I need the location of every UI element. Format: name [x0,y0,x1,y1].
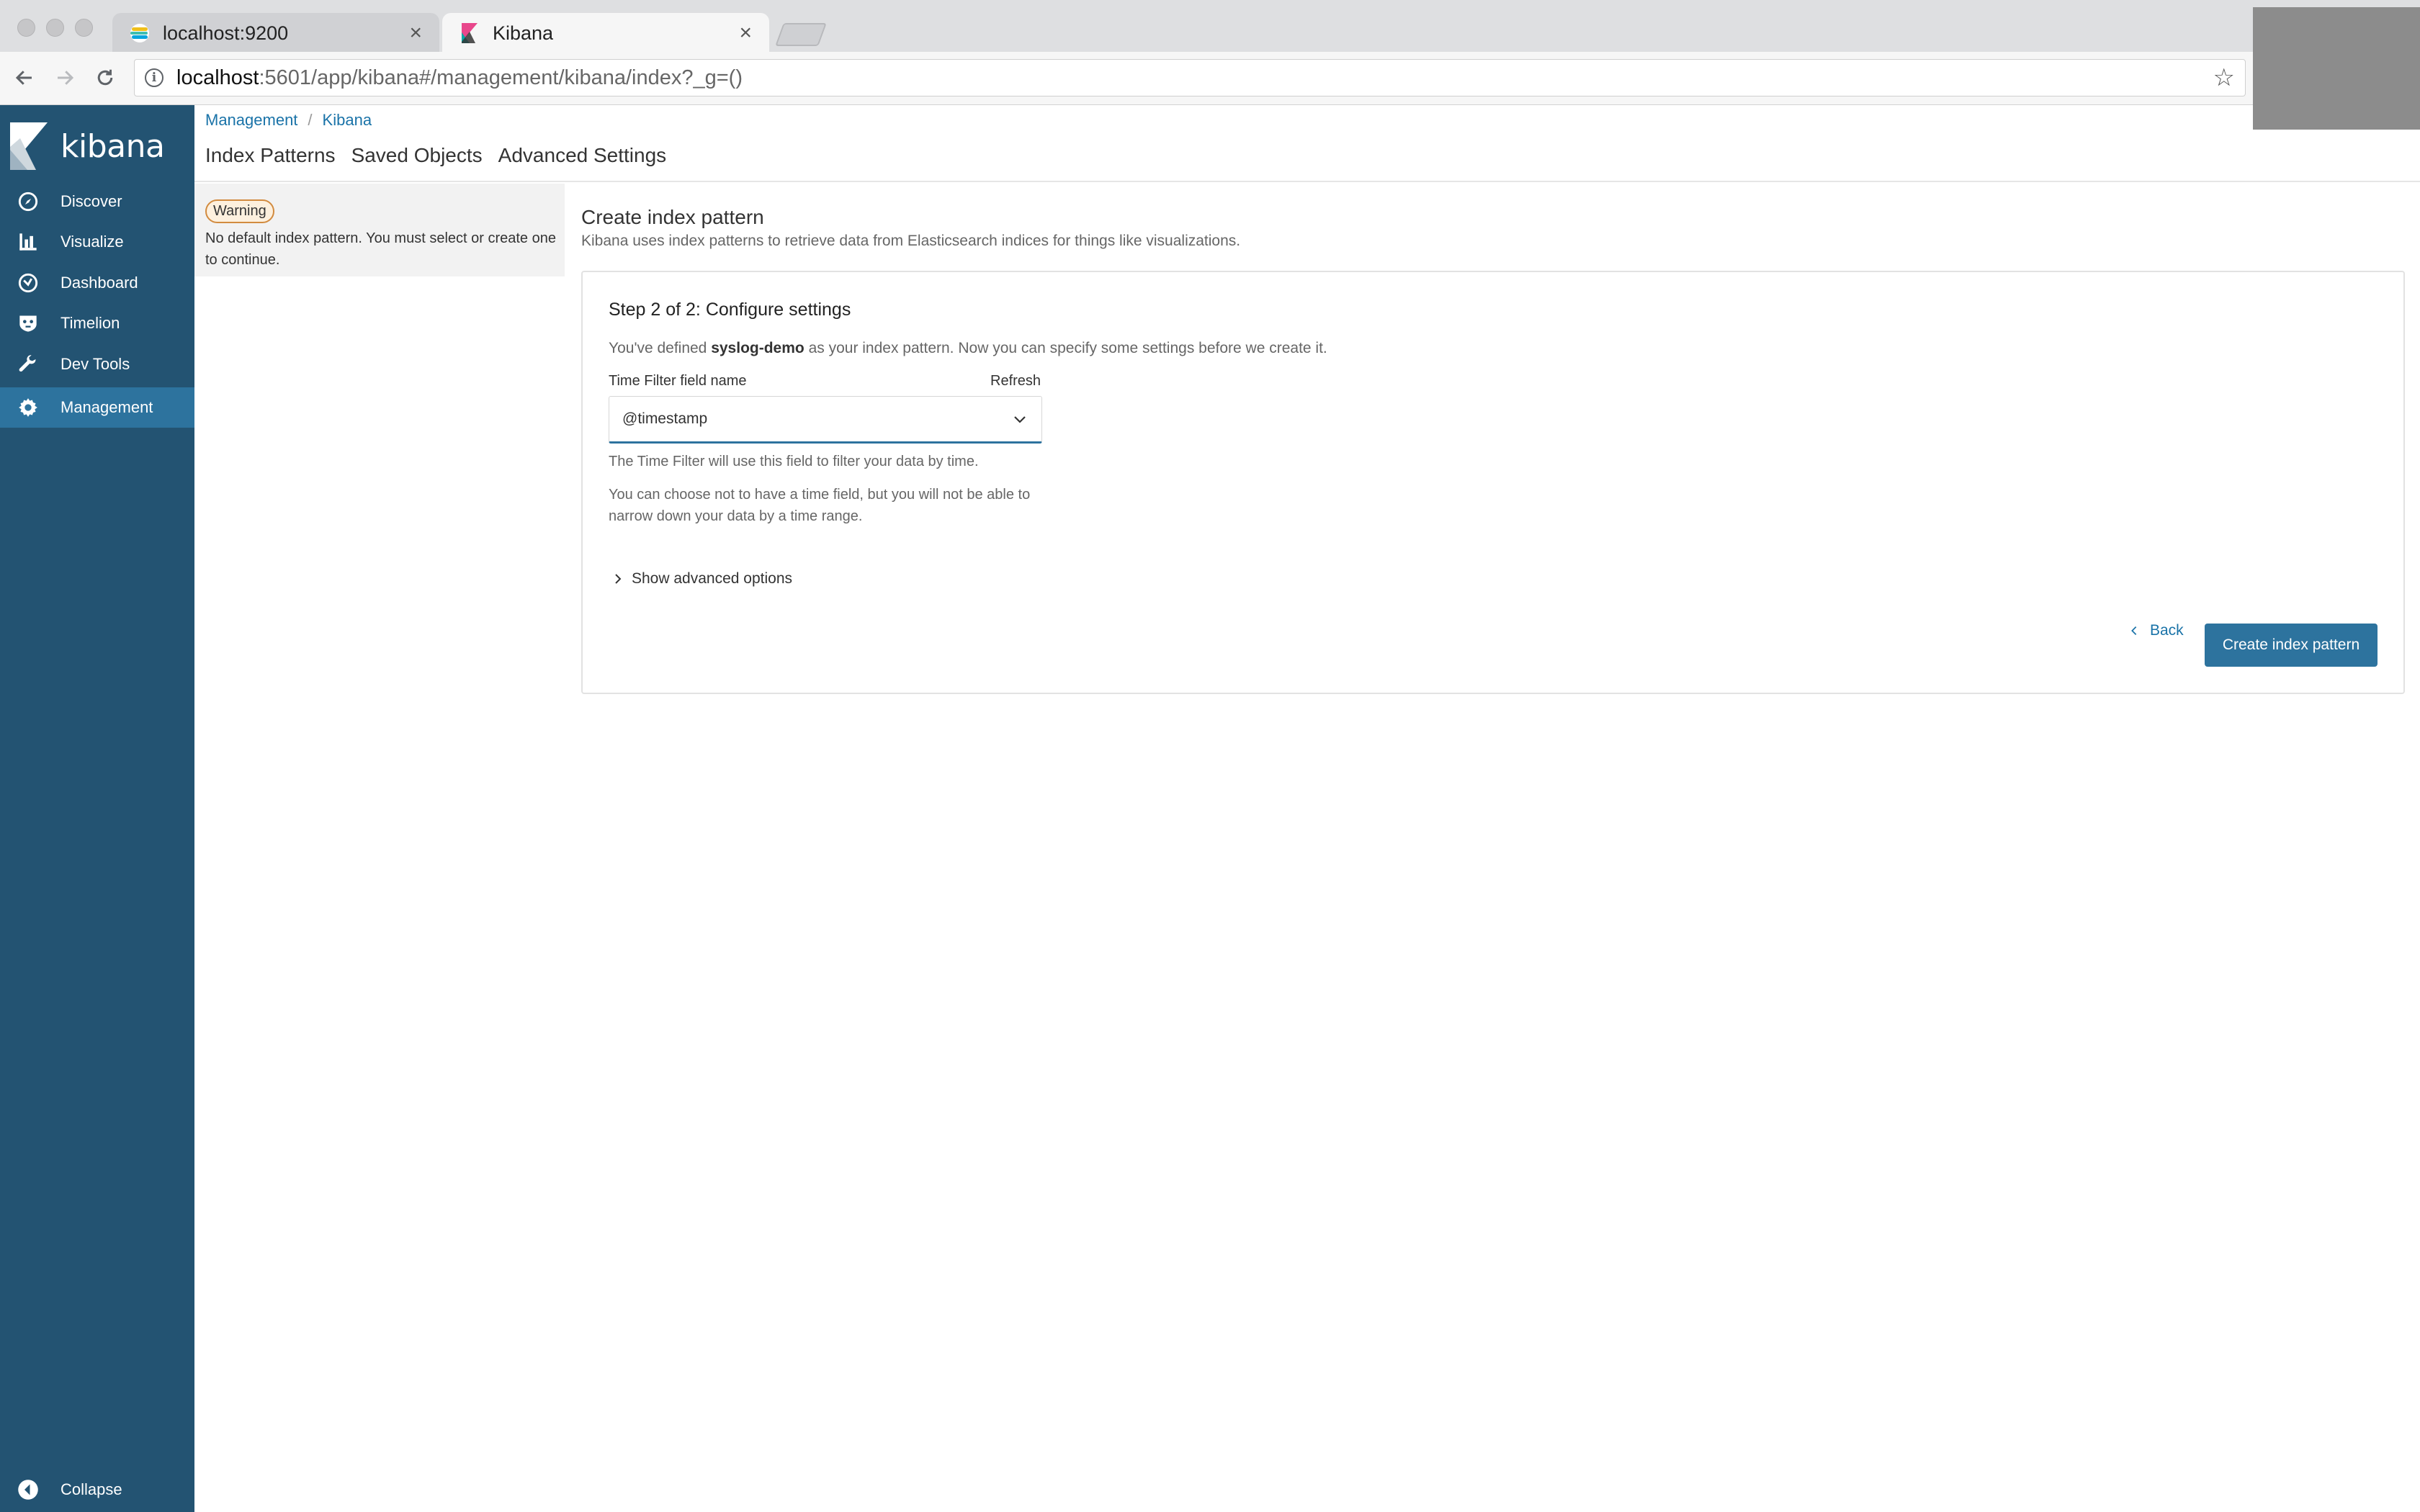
sidebar-item-management[interactable]: Management [0,387,194,428]
step-title: Step 2 of 2: Configure settings [609,300,851,320]
address-bar[interactable]: i localhost:5601/app/kibana#/management/… [134,59,2246,96]
page-description: Kibana uses index patterns to retrieve d… [581,233,1241,249]
collapse-label: Collapse [60,1480,122,1498]
sidebar-item-discover[interactable]: Discover [0,181,194,222]
sidebar-collapse-button[interactable]: Collapse [17,1479,122,1500]
step-desc-prefix: You've defined [609,340,712,356]
warning-panel: Warning No default index pattern. You mu… [194,184,565,276]
browser-tabstrip: localhost:9200 × Kibana × [0,0,2420,53]
breadcrumb-management[interactable]: Management [205,111,297,130]
tab-index-patterns[interactable]: Index Patterns [205,144,336,167]
time-filter-help: The Time Filter will use this field to f… [609,454,979,469]
chevron-down-icon [1014,416,1026,423]
page-title: Create index pattern [581,206,764,228]
sidebar-item-label: Timelion [60,314,120,332]
tab-close-icon[interactable]: × [739,21,752,45]
refresh-link[interactable]: Refresh [990,373,1041,390]
sidebar-item-label: Dev Tools [60,355,130,373]
wrench-icon [17,354,39,375]
url-host: localhost [176,66,259,89]
kibana-logo-icon [10,122,48,170]
kibana-sidebar: kibana Discover Visualize Dashboard Time… [0,105,194,1512]
window-minimize-button[interactable] [46,19,64,37]
forward-arrow-icon[interactable] [52,65,78,91]
url-path: :5601/app/kibana#/management/kibana/inde… [259,66,743,89]
sidebar-item-dev-tools[interactable]: Dev Tools [0,344,194,384]
browser-tab-elasticsearch[interactable]: localhost:9200 × [112,13,439,53]
tab-title: Kibana [493,22,554,44]
tab-saved-objects[interactable]: Saved Objects [351,144,483,167]
chevron-right-icon [615,574,622,584]
kibana-favicon-icon [462,23,478,43]
breadcrumb-kibana[interactable]: Kibana [323,111,372,130]
reload-icon[interactable] [92,65,118,91]
step-description: You've defined syslog-demo as your index… [609,340,1327,357]
tab-close-icon[interactable]: × [409,21,422,45]
gear-icon [17,397,39,418]
sidebar-item-label: Visualize [60,233,124,251]
sidebar-item-label: Discover [60,192,122,210]
sidebar-item-dashboard[interactable]: Dashboard [0,263,194,303]
step-desc-suffix: as your index pattern. Now you can speci… [804,340,1327,356]
elasticsearch-favicon-icon [130,24,149,42]
time-filter-help-optional: You can choose not to have a time field,… [609,487,1031,524]
tabs-divider [194,181,2420,182]
create-index-pattern-button[interactable]: Create index pattern [2205,624,2378,667]
back-arrow-icon[interactable] [12,65,37,91]
collapse-arrow-icon [18,1480,38,1500]
index-pattern-name: syslog-demo [711,340,805,356]
kibana-logo[interactable]: kibana [10,122,165,170]
kibana-wordmark: kibana [60,127,165,165]
browser-toolbar: i localhost:5601/app/kibana#/management/… [0,52,2420,105]
chevron-left-icon [2131,626,2137,635]
compass-icon [17,191,39,212]
browser-tab-kibana[interactable]: Kibana × [442,13,769,53]
show-advanced-options-toggle[interactable]: Show advanced options [611,570,792,588]
time-filter-value: @timestamp [622,410,708,427]
advanced-options-label: Show advanced options [632,570,792,587]
management-tabs: Index Patterns Saved Objects Advanced Se… [205,144,682,167]
time-filter-label: Time Filter field name [609,373,747,389]
back-label: Back [2150,622,2184,639]
tab-title: localhost:9200 [163,22,289,44]
tab-advanced-settings[interactable]: Advanced Settings [498,144,667,167]
warning-text: No default index pattern. You must selec… [205,230,556,268]
sidebar-item-visualize[interactable]: Visualize [0,222,194,262]
window-close-button[interactable] [17,19,35,37]
window-zoom-button[interactable] [75,19,93,37]
bar-chart-icon [17,231,39,253]
breadcrumb: Management / Kibana [205,111,372,130]
timelion-icon [17,312,39,334]
configure-settings-panel: Step 2 of 2: Configure settings You've d… [581,271,2405,694]
sidebar-item-timelion[interactable]: Timelion [0,303,194,343]
sidebar-item-label: Dashboard [60,274,138,292]
time-filter-select[interactable]: @timestamp [609,396,1042,444]
back-button[interactable]: Back [2128,622,2184,639]
site-info-icon[interactable]: i [145,68,163,87]
redacted-area [2253,7,2420,130]
warning-badge: Warning [205,199,274,223]
bookmark-star-icon[interactable]: ☆ [2213,63,2235,92]
breadcrumb-separator: / [308,111,313,129]
dashboard-icon [17,272,39,294]
sidebar-item-label: Management [60,398,153,416]
new-tab-button[interactable] [775,23,827,46]
